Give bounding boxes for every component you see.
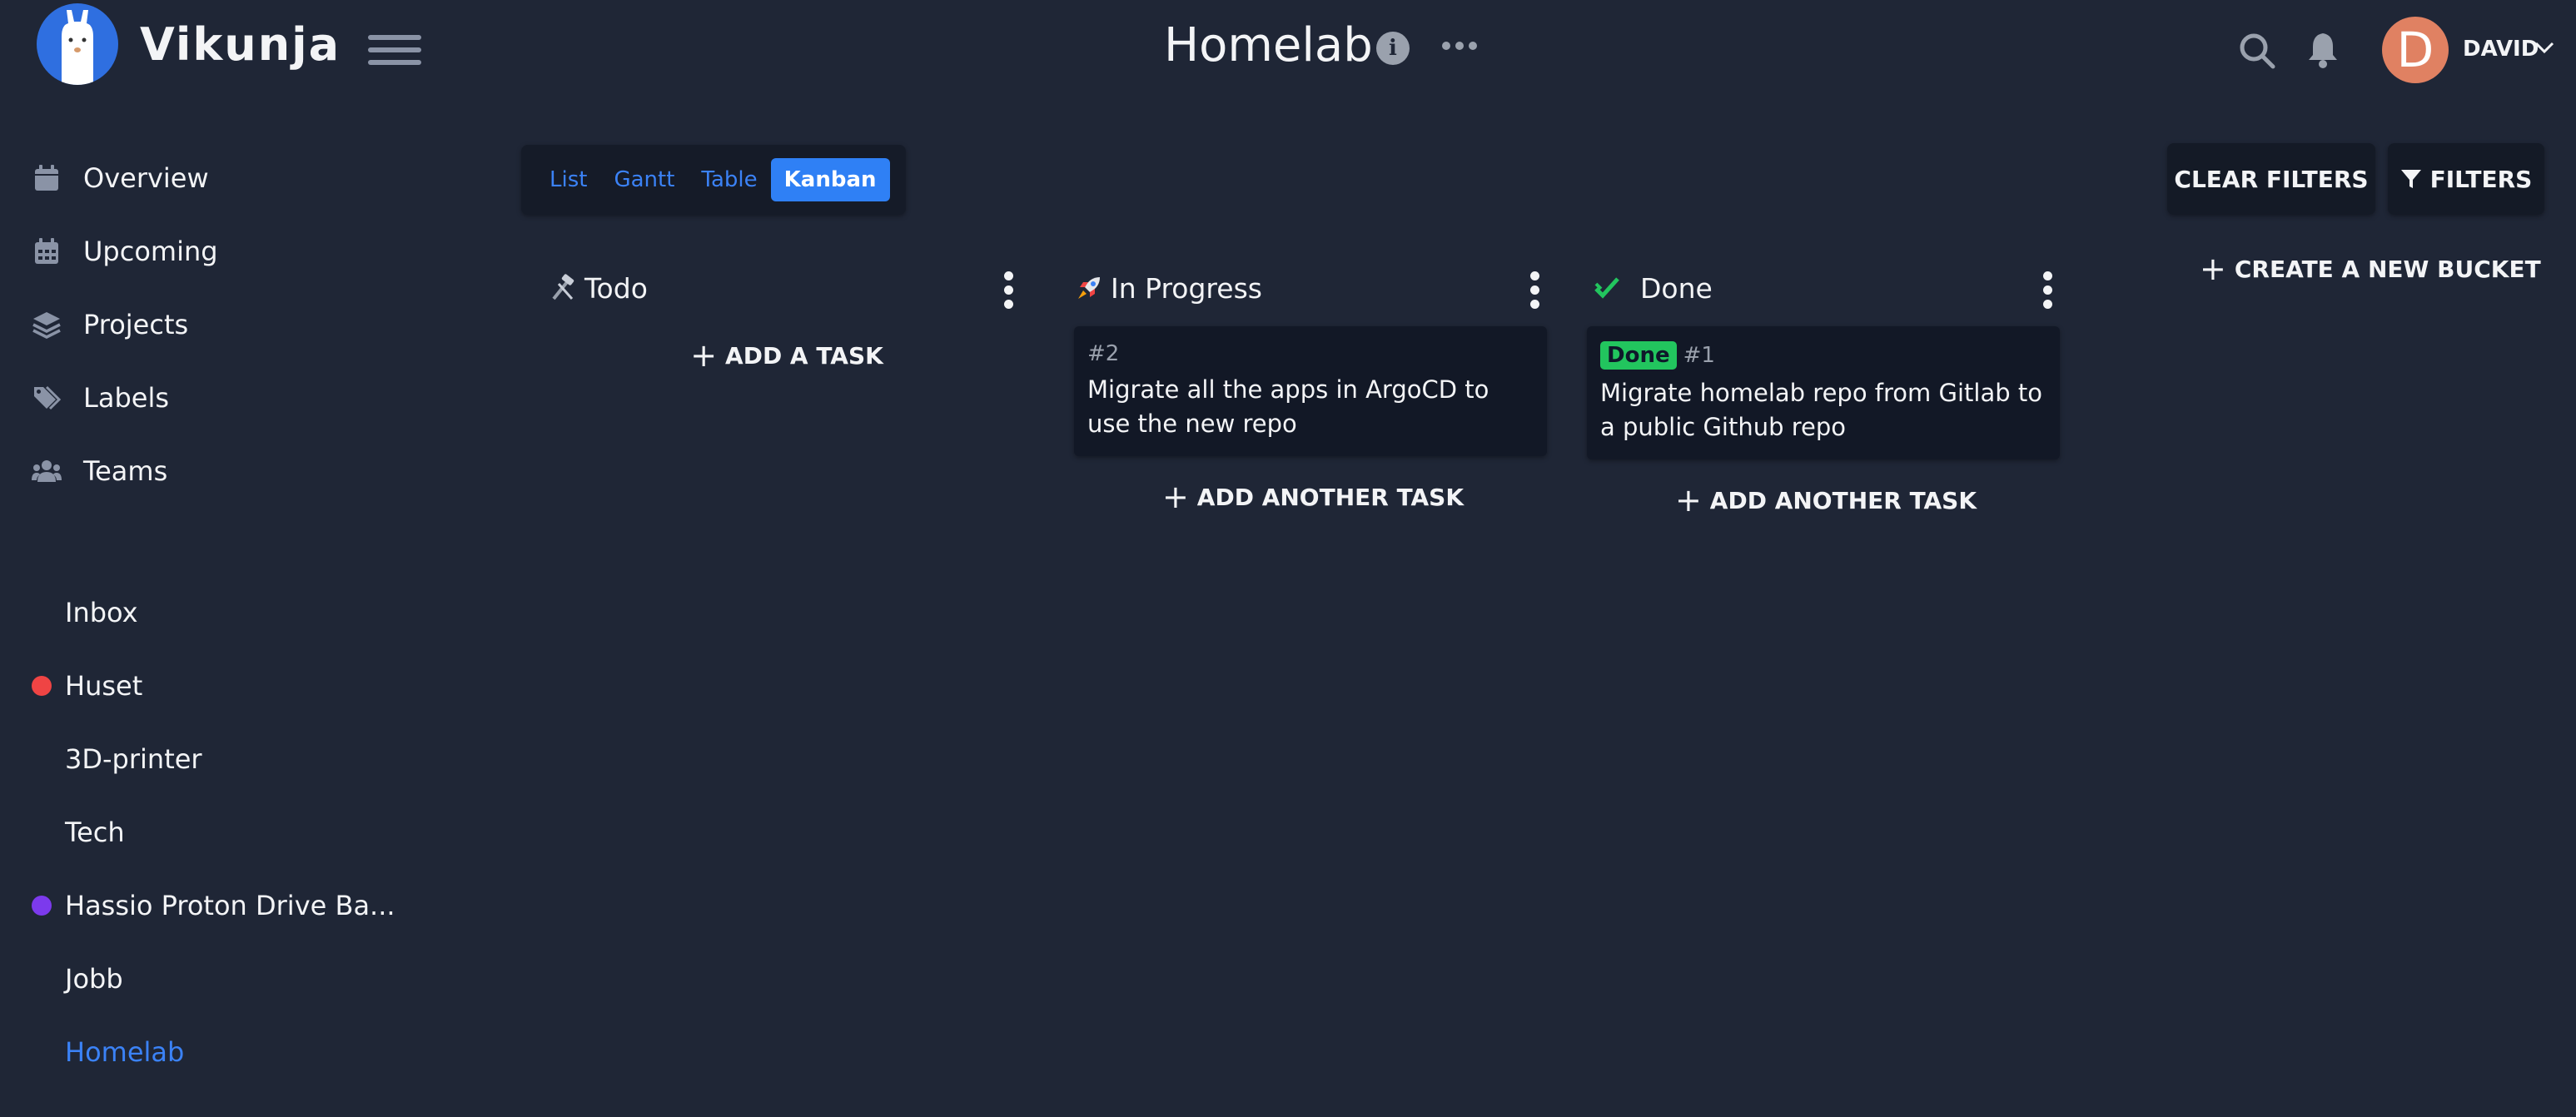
bucket-menu-icon[interactable] (1530, 271, 1540, 309)
calendar-icon (35, 165, 58, 191)
add-task-label: ADD ANOTHER TASK (1196, 483, 1465, 511)
project-label: Huset (65, 670, 143, 702)
view-kanban-button[interactable]: Kanban (770, 158, 890, 201)
project-label: 3D-printer (65, 743, 202, 775)
project-list: Inbox Huset 3D-printer Tech Hassio Proto… (32, 576, 395, 1089)
bucket-header: Todo (548, 255, 1026, 321)
project-color-dot (32, 676, 52, 696)
menu-item-teams[interactable]: Teams (32, 434, 218, 508)
plus-icon: + (1674, 482, 1702, 519)
page-title: Homelab (1164, 18, 1373, 72)
task-title: Migrate all the apps in ArgoCD to use th… (1087, 375, 1489, 438)
notifications-bell-icon[interactable] (2305, 32, 2340, 68)
add-task-label: ADD A TASK (725, 341, 883, 370)
bucket-title[interactable]: Todo (584, 272, 648, 305)
users-icon (32, 460, 62, 482)
plus-icon: + (1161, 479, 1189, 515)
task-card[interactable]: Done #1 Migrate homelab repo from Gitlab … (1587, 326, 2060, 459)
view-list-button[interactable]: List (536, 158, 600, 201)
menu-item-overview[interactable]: Overview (32, 141, 218, 215)
app-logo[interactable]: Vikunja (37, 3, 341, 85)
menu-item-label: Labels (83, 382, 169, 414)
project-item-jobb[interactable]: Jobb (32, 942, 395, 1015)
bucket-todo: Todo + ADD A TASK (548, 255, 1026, 371)
project-item-tech[interactable]: Tech (32, 796, 395, 869)
llama-logo-icon (37, 3, 118, 85)
bucket-done: Done Done #1 Migrate homelab repo from Gi… (1587, 255, 2065, 516)
chevron-down-icon[interactable] (2534, 38, 2555, 57)
project-item-huset[interactable]: Huset (32, 649, 395, 722)
view-table-button[interactable]: Table (688, 158, 770, 201)
done-badge: Done (1600, 341, 1677, 370)
add-task-button[interactable]: + ADD A TASK (548, 340, 1026, 371)
create-bucket-label: CREATE A NEW BUCKET (2234, 255, 2541, 283)
more-options-icon[interactable] (1442, 42, 1477, 50)
main-menu: Overview Upcoming Projects Labels Teams (32, 141, 218, 508)
menu-item-projects[interactable]: Projects (32, 288, 218, 361)
project-label: Hassio Proton Drive Ba... (65, 890, 395, 921)
calendar-grid-icon (35, 238, 58, 264)
project-item-3d-printer[interactable]: 3D-printer (32, 722, 395, 796)
bucket-title[interactable]: Done (1640, 272, 1713, 305)
bucket-header: In Progress (1074, 255, 1552, 321)
add-task-button[interactable]: + ADD ANOTHER TASK (1074, 481, 1552, 513)
plus-icon: + (690, 337, 718, 374)
project-item-homelab[interactable]: Homelab (32, 1015, 395, 1089)
bucket-header: Done (1587, 255, 2065, 321)
add-task-button[interactable]: + ADD ANOTHER TASK (1587, 484, 2065, 516)
menu-item-upcoming[interactable]: Upcoming (32, 215, 218, 288)
clear-filters-button[interactable]: CLEAR FILTERS (2167, 143, 2375, 215)
hammer-wrench-icon (548, 273, 578, 303)
project-color-dot (32, 896, 52, 916)
task-id: #1 (1683, 343, 1715, 368)
view-switcher: List Gantt Table Kanban (521, 145, 906, 215)
task-title: Migrate homelab repo from Gitlab to a pu… (1600, 379, 2042, 441)
menu-item-label: Teams (83, 455, 168, 487)
check-icon (1587, 273, 1629, 303)
menu-item-label: Upcoming (83, 236, 218, 267)
layers-icon (32, 312, 61, 339)
menu-toggle-button[interactable] (368, 35, 421, 65)
filters-label: FILTERS (2429, 165, 2533, 193)
project-item-inbox[interactable]: Inbox (32, 576, 395, 649)
search-icon[interactable] (2238, 32, 2276, 70)
menu-item-labels[interactable]: Labels (32, 361, 218, 434)
project-label: Jobb (65, 963, 123, 995)
bucket-menu-icon[interactable] (2043, 271, 2053, 309)
project-label: Tech (65, 817, 125, 848)
user-avatar[interactable]: D (2382, 17, 2449, 83)
plus-icon: + (2200, 251, 2226, 287)
task-card[interactable]: #2 Migrate all the apps in ArgoCD to use… (1074, 326, 1547, 456)
menu-item-label: Overview (83, 162, 209, 194)
bucket-in-progress: In Progress #2 Migrate all the apps in A… (1074, 255, 1552, 513)
task-id: #2 (1087, 341, 1120, 366)
filters-button[interactable]: FILTERS (2388, 143, 2544, 215)
bucket-menu-icon[interactable] (1004, 271, 1014, 309)
app-name: Vikunja (140, 17, 341, 71)
info-icon[interactable]: i (1376, 32, 1410, 65)
project-item-hassio-proton-drive[interactable]: Hassio Proton Drive Ba... (32, 869, 395, 942)
project-label: Homelab (65, 1036, 185, 1068)
menu-item-label: Projects (83, 309, 189, 340)
project-label: Inbox (65, 597, 138, 628)
filter-icon (2400, 170, 2421, 188)
bucket-title[interactable]: In Progress (1111, 272, 1262, 305)
rocket-icon (1074, 273, 1104, 303)
add-task-label: ADD ANOTHER TASK (1709, 486, 1977, 514)
create-bucket-button[interactable]: + CREATE A NEW BUCKET (2200, 253, 2541, 285)
user-name[interactable]: DAVID (2463, 37, 2539, 62)
tags-icon (34, 385, 62, 410)
view-gantt-button[interactable]: Gantt (600, 158, 688, 201)
